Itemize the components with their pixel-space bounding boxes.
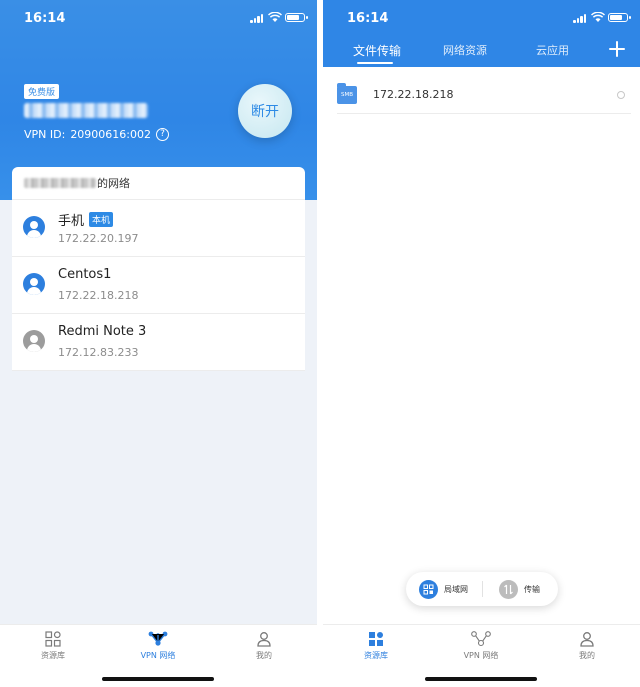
vpn-id-value: 20900616:002 — [70, 128, 152, 141]
network-icon — [471, 631, 491, 647]
tab-network-resources[interactable]: 网络资源 — [443, 42, 487, 58]
tab-label: 我的 — [579, 651, 595, 660]
screenshot-stage: 16:14 免费版 VPN ID: 20900616:002 ? 断开 的网络 — [0, 0, 640, 687]
battery-icon — [285, 13, 308, 22]
help-icon[interactable]: ? — [156, 128, 170, 141]
transfer-button[interactable]: 传输 — [499, 580, 540, 599]
device-ip: 172.22.18.218 — [58, 289, 139, 302]
transfer-label: 传输 — [524, 585, 540, 594]
active-tab-underline — [357, 62, 393, 64]
tab-label: 我的 — [256, 651, 272, 660]
share-ip: 172.22.18.218 — [373, 88, 454, 101]
plan-badge: 免费版 — [24, 84, 60, 99]
tab-label: 资源库 — [41, 651, 65, 660]
status-time: 16:14 — [347, 11, 389, 26]
user-avatar-icon — [23, 273, 45, 295]
wifi-icon — [591, 12, 605, 22]
smb-share-row[interactable]: SMB 172.22.18.218 — [337, 78, 631, 114]
tab-me[interactable]: 我的 — [229, 631, 299, 661]
transfer-arrows-icon — [499, 580, 518, 599]
wifi-icon — [268, 12, 282, 22]
status-bar: 16:14 — [323, 0, 640, 36]
tab-label: 资源库 — [364, 651, 388, 660]
device-row[interactable]: 手机 本机 172.22.20.197 — [12, 200, 305, 257]
lan-button[interactable]: 局域网 — [419, 580, 468, 599]
this-device-badge: 本机 — [89, 212, 114, 227]
account-name-redacted — [24, 103, 148, 118]
select-radio[interactable] — [617, 91, 625, 99]
tab-vpn-network[interactable]: VPN 网络 — [123, 631, 193, 661]
tab-cloud-apps[interactable]: 云应用 — [536, 42, 569, 58]
tab-me[interactable]: 我的 — [552, 631, 622, 661]
signal-icon — [250, 14, 263, 23]
network-title: 的网络 — [12, 167, 305, 200]
network-icon — [148, 631, 168, 646]
smb-folder-icon: SMB — [337, 83, 357, 104]
device-name: Redmi Note 3 — [58, 324, 147, 339]
device-ip: 172.12.83.233 — [58, 346, 139, 359]
lan-icon — [419, 580, 438, 599]
status-bar: 16:14 — [0, 0, 317, 36]
device-name-row: 手机 本机 — [58, 210, 114, 229]
network-title-suffix: 的网络 — [97, 177, 130, 190]
home-indicator[interactable] — [425, 677, 537, 681]
lan-label: 局域网 — [444, 585, 468, 594]
user-avatar-offline-icon — [23, 330, 45, 352]
user-icon — [580, 632, 594, 647]
tab-label: VPN 网络 — [140, 651, 176, 660]
user-icon — [257, 632, 271, 647]
tab-resources[interactable]: 资源库 — [341, 631, 411, 661]
home-indicator[interactable] — [102, 677, 214, 681]
grid-icon — [45, 631, 61, 647]
vpn-id-row: VPN ID: 20900616:002 ? — [24, 128, 170, 141]
device-name: Centos1 — [58, 267, 112, 282]
device-ip: 172.22.20.197 — [58, 232, 139, 245]
device-name-row: Centos1 — [58, 267, 111, 282]
vpn-id-label: VPN ID: — [24, 128, 66, 141]
vpn-network-screen: 16:14 免费版 VPN ID: 20900616:002 ? 断开 的网络 — [0, 0, 317, 687]
device-row[interactable]: Centos1 172.22.18.218 — [12, 257, 305, 314]
file-transfer-screen: 16:14 文件传输 网络资源 云应用 SMB 172.22.18.218 局域… — [323, 0, 640, 687]
battery-icon — [608, 13, 631, 22]
add-icon[interactable] — [609, 41, 625, 57]
resource-tabs: 文件传输 网络资源 云应用 — [323, 42, 640, 64]
network-devices-card: 的网络 手机 本机 172.22.20.197 Centos1 172.22.1… — [12, 167, 305, 371]
status-time: 16:14 — [24, 11, 66, 26]
mode-switch-pill: 局域网 传输 — [406, 572, 558, 606]
grid-icon — [369, 632, 383, 646]
disconnect-button[interactable]: 断开 — [238, 84, 292, 138]
signal-icon — [573, 14, 586, 23]
tab-label: VPN 网络 — [463, 651, 499, 660]
device-name-row: Redmi Note 3 — [58, 324, 146, 339]
tab-resources[interactable]: 资源库 — [18, 631, 88, 661]
tab-vpn-network[interactable]: VPN 网络 — [446, 631, 516, 661]
device-row[interactable]: Redmi Note 3 172.12.83.233 — [12, 314, 305, 371]
tab-file-transfer[interactable]: 文件传输 — [353, 42, 401, 59]
device-name: 手机 — [58, 214, 85, 229]
user-avatar-icon — [23, 216, 45, 238]
pill-divider — [482, 581, 483, 597]
network-owner-redacted — [24, 178, 96, 188]
